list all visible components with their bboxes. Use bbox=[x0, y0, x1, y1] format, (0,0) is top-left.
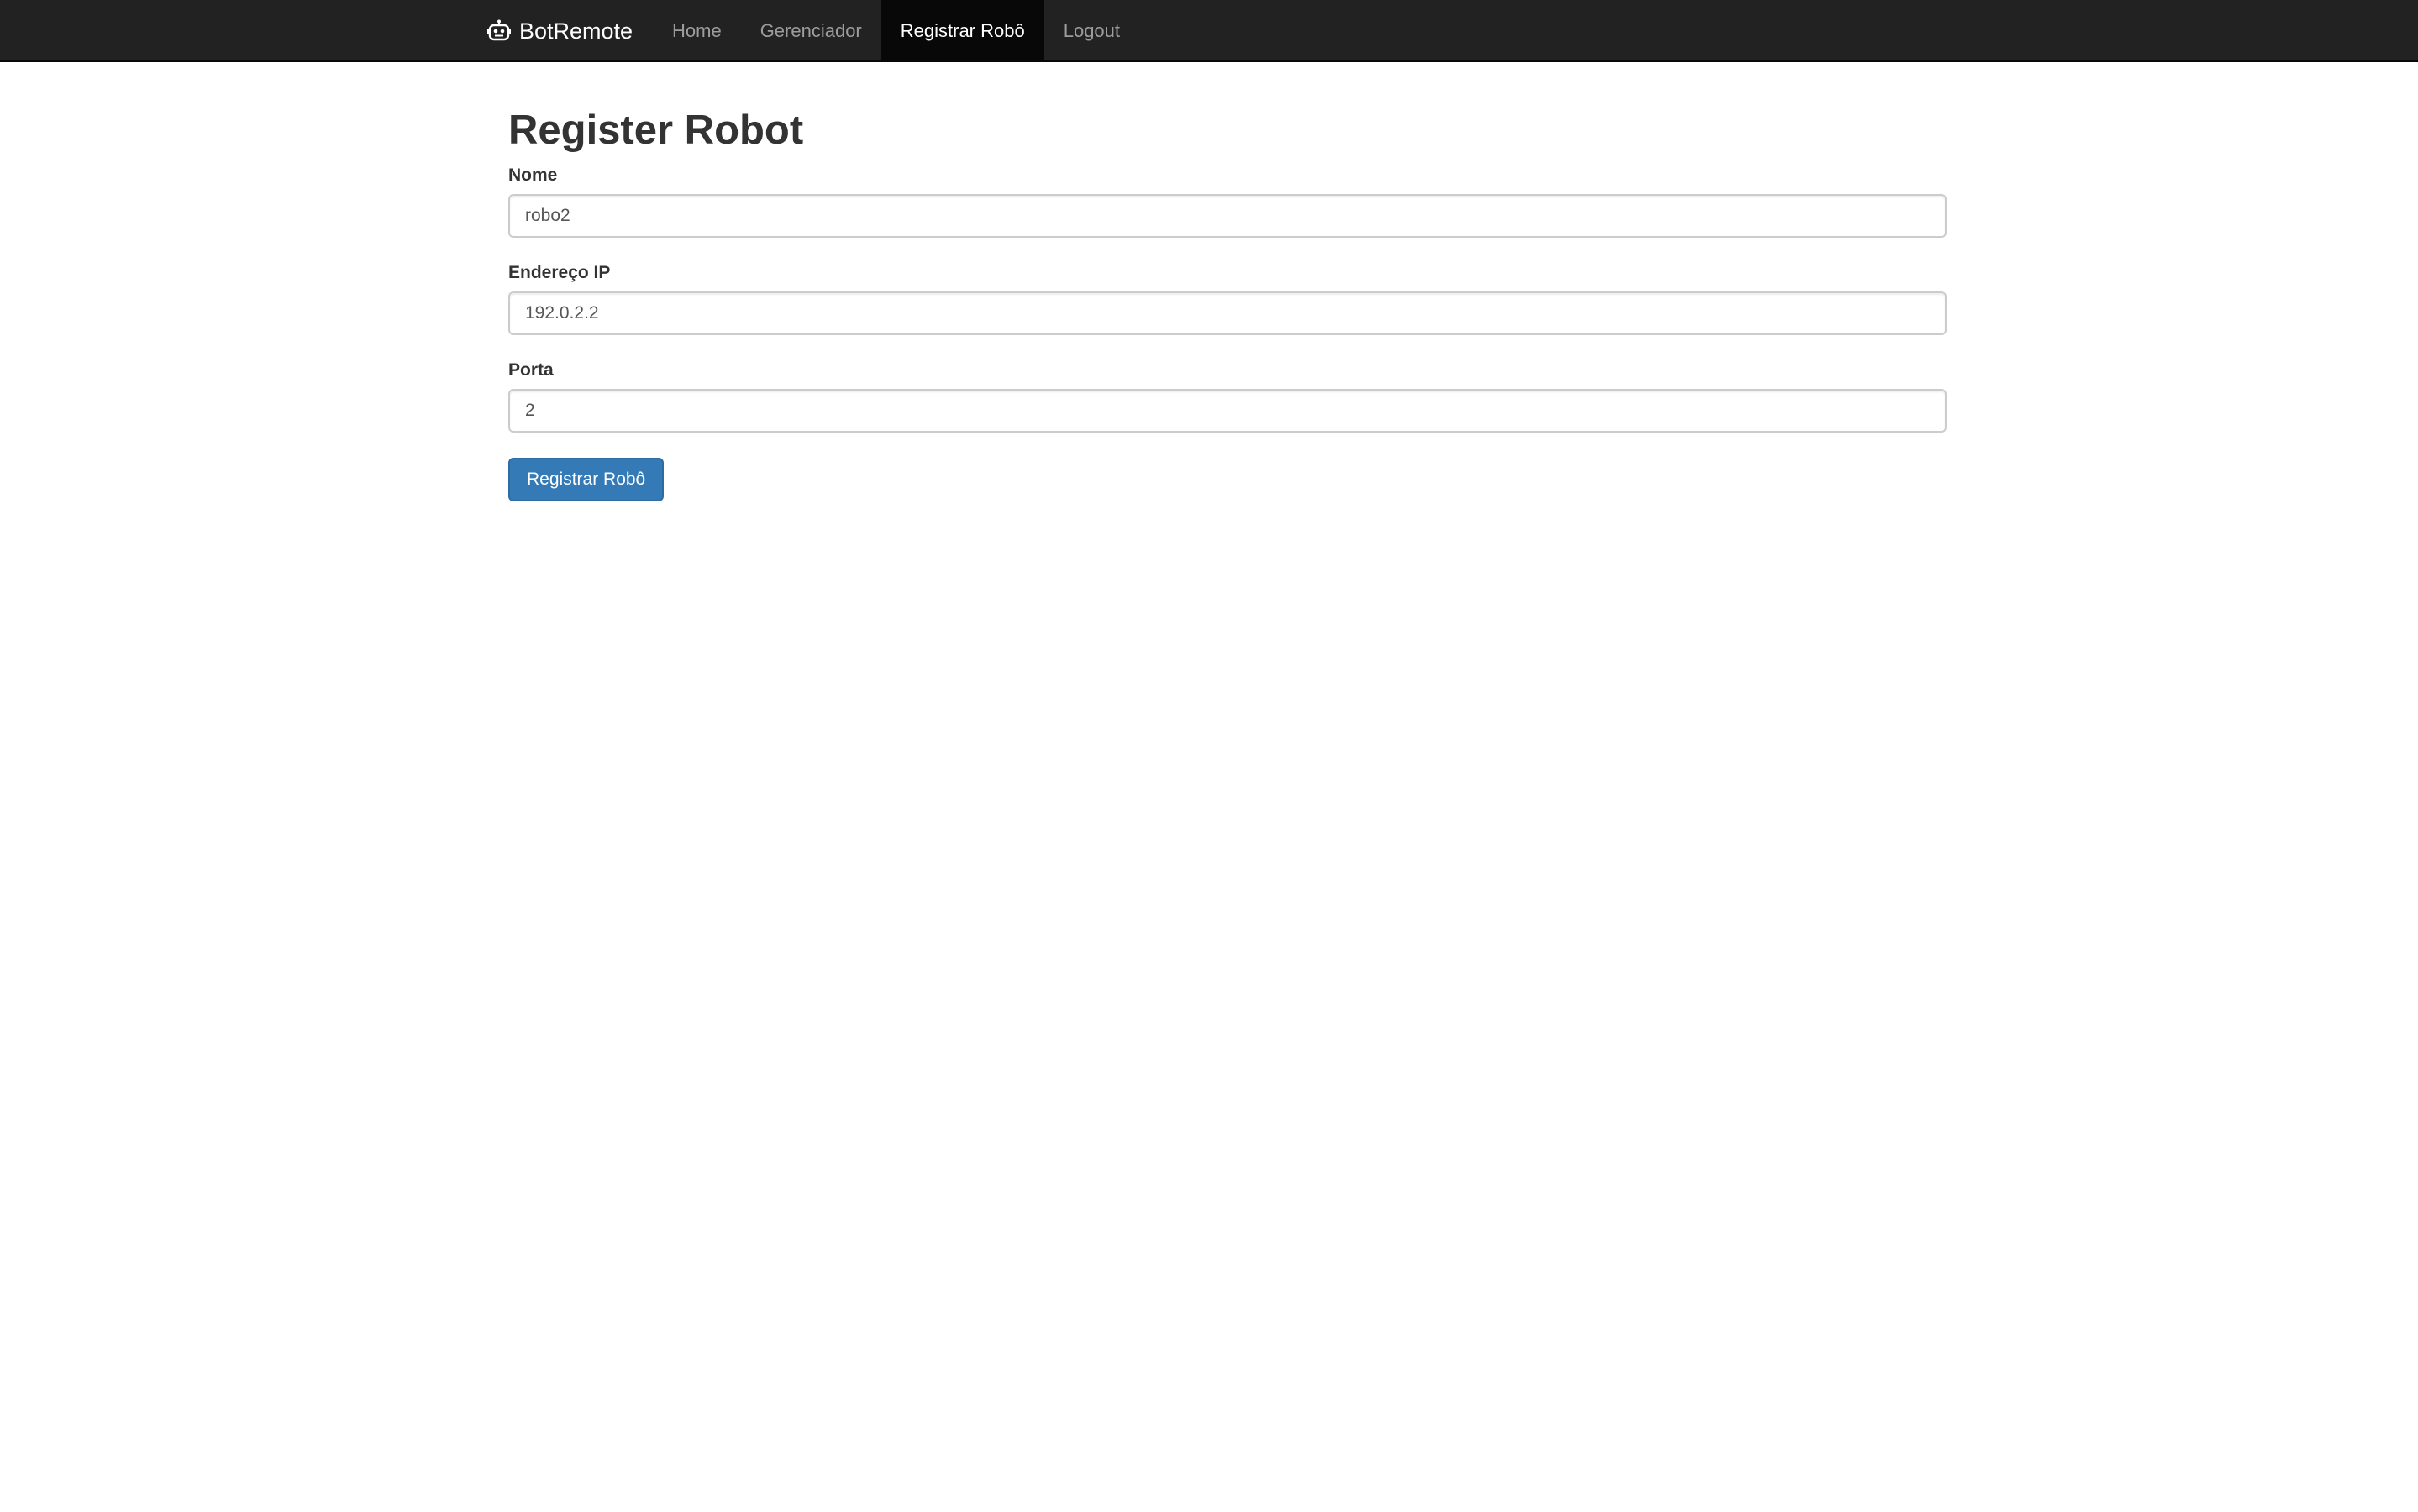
registrar-robo-button[interactable]: Registrar Robô bbox=[508, 457, 665, 501]
nav-item-registrar-robo[interactable]: Registrar Robô bbox=[880, 0, 1044, 62]
robot-icon bbox=[487, 19, 511, 43]
nome-input[interactable] bbox=[508, 193, 1947, 238]
navbar: BotRemote Home Gerenciador Registrar Rob… bbox=[0, 0, 2418, 62]
nav-menu: Home Gerenciador Registrar Robô Logout bbox=[653, 0, 1139, 62]
main-container: Register Robot Nome Endereço IP Porta Re… bbox=[508, 62, 1947, 501]
porta-label: Porta bbox=[508, 360, 554, 380]
register-robot-form: Nome Endereço IP Porta Registrar Robô bbox=[508, 165, 1947, 501]
porta-input[interactable] bbox=[508, 388, 1947, 433]
form-group-porta: Porta bbox=[508, 360, 1947, 433]
nav-item-gerenciador[interactable]: Gerenciador bbox=[741, 0, 881, 62]
form-group-endereco-ip: Endereço IP bbox=[508, 263, 1947, 335]
nav-item-logout[interactable]: Logout bbox=[1044, 0, 1139, 62]
nome-label: Nome bbox=[508, 165, 558, 185]
endereco-ip-label: Endereço IP bbox=[508, 262, 611, 282]
nav-item-home[interactable]: Home bbox=[653, 0, 741, 62]
form-group-nome: Nome bbox=[508, 165, 1947, 238]
page-title: Register Robot bbox=[508, 108, 804, 153]
brand-name: BotRemote bbox=[519, 18, 633, 44]
endereco-ip-input[interactable] bbox=[508, 291, 1947, 335]
brand-link[interactable]: BotRemote bbox=[487, 0, 633, 62]
